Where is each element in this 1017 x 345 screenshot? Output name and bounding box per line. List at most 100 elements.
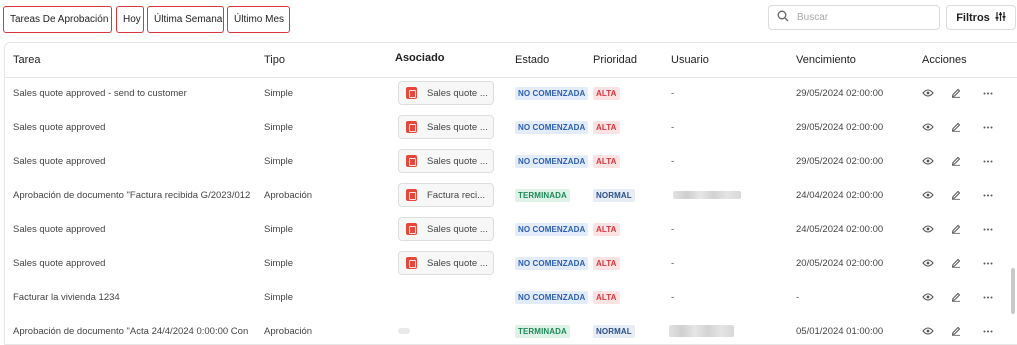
eye-icon[interactable]	[920, 76, 936, 110]
user-value-redacted	[673, 178, 741, 212]
pdf-icon	[406, 257, 417, 269]
pencil-icon[interactable]	[948, 212, 964, 246]
task-name[interactable]: Aprobación de documento "Factura recibid…	[13, 178, 263, 212]
associated-document[interactable]: Sales quote ...	[398, 81, 494, 105]
more-horizontal-icon[interactable]	[980, 212, 996, 246]
eye-icon[interactable]	[920, 110, 936, 144]
status-badge: NO COMENZADA	[515, 120, 589, 134]
user-value: -	[671, 223, 675, 235]
task-name[interactable]: Facturar la vivienda 1234	[13, 280, 263, 314]
task-type: Simple	[264, 257, 294, 269]
pencil-icon[interactable]	[948, 76, 964, 110]
eye-icon[interactable]	[920, 246, 936, 280]
due-date: 29/05/2024 02:00:00	[796, 87, 884, 99]
vertical-scrollbar[interactable]	[1011, 268, 1015, 314]
status-badge: NO COMENZADA	[515, 86, 589, 100]
table-row[interactable]: Sales quote approved Simple Sales quote …	[5, 212, 1017, 246]
due-date: 20/05/2024 02:00:00	[796, 257, 884, 269]
more-horizontal-icon[interactable]	[980, 110, 996, 144]
col-estado[interactable]: Estado	[515, 54, 549, 66]
pencil-icon[interactable]	[948, 144, 964, 178]
chip-last-month[interactable]: Último Mes	[227, 6, 290, 33]
pencil-icon[interactable]	[948, 314, 964, 344]
chip-last-week[interactable]: Última Semana	[147, 6, 224, 33]
more-horizontal-icon[interactable]	[980, 76, 996, 110]
col-acciones: Acciones	[922, 54, 967, 66]
col-usuario[interactable]: Usuario	[671, 54, 709, 66]
col-tarea[interactable]: Tarea	[13, 54, 41, 66]
due-date: -	[796, 291, 800, 303]
status-badge: TERMINADA	[515, 188, 570, 202]
associated-document[interactable]: Factura reci...	[398, 183, 494, 207]
chip-today[interactable]: Hoy	[116, 6, 144, 33]
user-value: -	[671, 87, 675, 99]
table-row[interactable]: Sales quote approved - send to customer …	[5, 76, 1017, 110]
eye-icon[interactable]	[920, 280, 936, 314]
eye-icon[interactable]	[920, 144, 936, 178]
more-horizontal-icon[interactable]	[980, 246, 996, 280]
task-type: Simple	[264, 291, 294, 303]
col-vencimiento[interactable]: Vencimiento	[796, 54, 856, 66]
table-row[interactable]: Aprobación de documento "Factura recibid…	[5, 178, 1017, 212]
priority-badge: ALTA	[593, 290, 620, 304]
table-row[interactable]: Aprobación de documento "Acta 24/4/2024 …	[5, 314, 1017, 344]
pencil-icon[interactable]	[948, 178, 964, 212]
col-tipo[interactable]: Tipo	[264, 54, 285, 66]
task-name[interactable]: Sales quote approved - send to customer	[13, 76, 263, 110]
filters-button[interactable]: Filtros	[946, 5, 1016, 30]
table-row[interactable]: Facturar la vivienda 1234 Simple NO COME…	[5, 280, 1017, 314]
due-date: 29/05/2024 02:00:00	[796, 121, 884, 133]
task-type: Simple	[264, 223, 294, 235]
col-prioridad[interactable]: Prioridad	[593, 54, 637, 66]
due-date: 24/04/2024 02:00:00	[796, 189, 884, 201]
priority-badge: NORMAL	[593, 188, 635, 202]
task-name[interactable]: Aprobación de documento "Acta 24/4/2024 …	[13, 314, 263, 344]
task-name[interactable]: Sales quote approved	[13, 144, 263, 178]
more-horizontal-icon[interactable]	[980, 144, 996, 178]
associated-document[interactable]: Sales quote ...	[398, 115, 494, 139]
table-header: Tarea Tipo Asociado Estado Prioridad Usu…	[5, 43, 1017, 78]
pencil-icon[interactable]	[948, 280, 964, 314]
task-name[interactable]: Sales quote approved	[13, 246, 263, 280]
associated-document[interactable]: Sales quote ...	[398, 251, 494, 275]
priority-badge: ALTA	[593, 222, 620, 236]
pencil-icon[interactable]	[948, 246, 964, 280]
associated-document[interactable]: Sales quote ...	[398, 217, 494, 241]
table-row[interactable]: Sales quote approved Simple Sales quote …	[5, 246, 1017, 280]
status-badge: NO COMENZADA	[515, 222, 589, 236]
more-horizontal-icon[interactable]	[980, 178, 996, 212]
search-icon	[777, 10, 789, 25]
associated-document[interactable]: Sales quote ...	[398, 149, 494, 173]
associated-label: Sales quote ...	[427, 87, 488, 99]
priority-badge: ALTA	[593, 120, 620, 134]
user-value: -	[671, 291, 675, 303]
eye-icon[interactable]	[920, 314, 936, 344]
pdf-icon	[406, 87, 417, 99]
status-badge: NO COMENZADA	[515, 256, 589, 270]
status-badge: TERMINADA	[515, 324, 570, 338]
pdf-icon	[406, 155, 417, 167]
user-value: -	[671, 155, 675, 167]
search-input[interactable]	[797, 12, 927, 23]
associated-label: Sales quote ...	[427, 223, 488, 235]
eye-icon[interactable]	[920, 178, 936, 212]
task-type: Aprobación	[264, 325, 313, 337]
filter-bar: Tareas De Aprobación Hoy Última Semana Ú…	[0, 0, 1017, 38]
more-horizontal-icon[interactable]	[980, 314, 996, 344]
eye-icon[interactable]	[920, 212, 936, 246]
status-badge: NO COMENZADA	[515, 154, 589, 168]
task-name[interactable]: Sales quote approved	[13, 110, 263, 144]
pdf-icon	[406, 121, 417, 133]
tasks-table: Tarea Tipo Asociado Estado Prioridad Usu…	[4, 42, 1017, 345]
task-name[interactable]: Sales quote approved	[13, 212, 263, 246]
pencil-icon[interactable]	[948, 110, 964, 144]
user-value: -	[671, 121, 675, 133]
pdf-icon	[406, 223, 417, 235]
table-row[interactable]: Sales quote approved Simple Sales quote …	[5, 144, 1017, 178]
col-asociado[interactable]: Asociado	[395, 52, 445, 64]
more-horizontal-icon[interactable]	[980, 280, 996, 314]
table-row[interactable]: Sales quote approved Simple Sales quote …	[5, 110, 1017, 144]
chip-approval-tasks[interactable]: Tareas De Aprobación	[3, 6, 112, 33]
search-box[interactable]	[768, 5, 940, 30]
associated-label: Factura reci...	[427, 189, 486, 201]
